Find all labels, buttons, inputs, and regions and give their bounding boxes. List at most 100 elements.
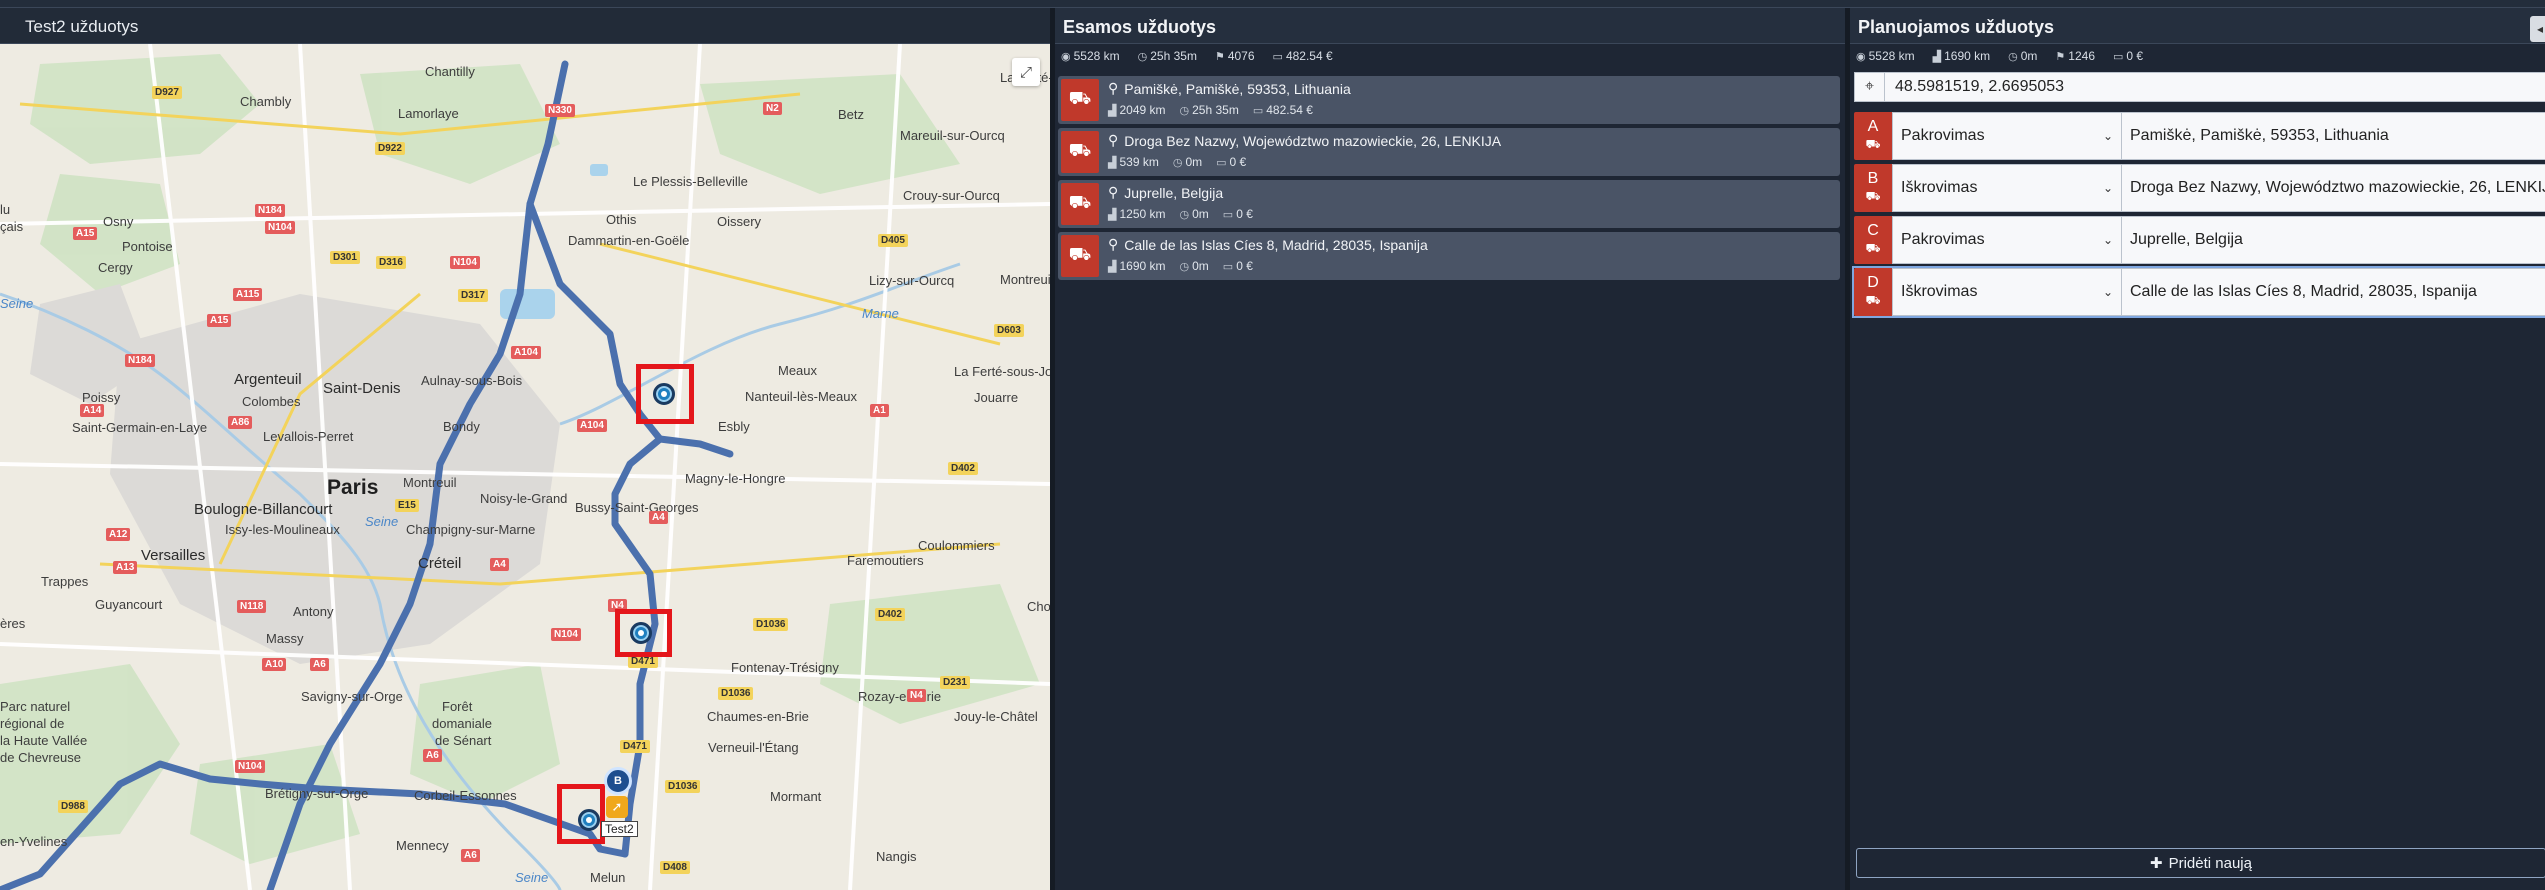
fullscreen-button[interactable]: ⤢ — [1012, 58, 1040, 86]
existing-tasks-title: Esamos užduotys — [1063, 17, 1217, 37]
planned-summary-duration: ◷ 0m — [2008, 49, 2037, 63]
truck-pin-letter: B — [614, 775, 622, 787]
truck-icon: ⛟ — [1865, 293, 1881, 307]
stop-address-field[interactable]: Calle de las Islas Cíes 8, Madrid, 28035… — [2122, 268, 2545, 316]
shield-a115: A115 — [233, 288, 263, 301]
label-verneuil: Verneuil-l'Étang — [708, 740, 799, 755]
add-new-button[interactable]: ✚ Pridėti naują — [1856, 848, 2545, 878]
label-cho: Cho — [1027, 599, 1050, 614]
summary-cost: ▭ 482.54 € — [1273, 49, 1333, 63]
truck-label[interactable]: Test2 — [601, 821, 638, 837]
task-meta: ▟ 2049 km ◷ 25h 35m ▭ 482.54 € — [1108, 103, 1313, 117]
task-duration: ◷ 0m — [1172, 155, 1203, 169]
target-icon[interactable]: ⌖ — [1855, 73, 1885, 101]
stop-address-field[interactable]: Pamiškė, Pamiškė, 59353, Lithuania — [2122, 112, 2545, 160]
stop-type-select[interactable]: Iškrovimas ⌄ — [1892, 268, 2122, 316]
stop-letter: A — [1867, 118, 1879, 135]
label-chaumes: Chaumes-en-Brie — [707, 709, 809, 724]
globe-icon: ◉ — [1856, 50, 1866, 63]
label-champigny: Champigny-sur-Marne — [406, 522, 536, 537]
shield-n2: N2 — [763, 102, 782, 115]
pin-icon: ⚲ — [1108, 80, 1119, 96]
shield-a6-b: A6 — [423, 749, 442, 762]
clock-icon: ◷ — [1179, 209, 1190, 221]
label-foret: Forêt — [442, 699, 473, 714]
coordinates-input[interactable] — [1885, 73, 2545, 101]
label-mennecy: Mennecy — [396, 838, 449, 853]
label-rozay: Rozay-en-Brie — [858, 689, 942, 704]
shield-a15-b: A15 — [207, 314, 232, 327]
label-park-1: Parc naturel — [0, 699, 71, 714]
stop-row-b: B ⛟ Iškrovimas ⌄ Droga Bez Nazwy, Wojewód… — [1854, 164, 2545, 212]
label-nanteuil: Nanteuil-lès-Meaux — [745, 389, 857, 404]
stop-letter: C — [1867, 222, 1879, 239]
money-icon: ▭ — [2113, 50, 2124, 63]
label-esbly: Esbly — [718, 419, 750, 434]
shield-e15: E15 — [395, 499, 419, 512]
clock-icon: ◷ — [1172, 157, 1183, 169]
stop-type-select[interactable]: Pakrovimas ⌄ — [1892, 216, 2122, 264]
truck-icon: ⛟ — [1061, 183, 1099, 225]
planned-summary-tolls: ⚑ 1246 — [2055, 49, 2095, 63]
task-cost: ▭ 0 € — [1222, 259, 1253, 273]
truck-pin-marker[interactable]: B — [604, 767, 632, 795]
stop-row-a: A ⛟ Pakrovimas ⌄ Pamiškė, Pamiškė, 59353,… — [1854, 112, 2545, 160]
label-seine-bottom: Seine — [515, 870, 549, 885]
label-melun: Melun — [590, 870, 626, 885]
waypoint-marker-1[interactable] — [653, 383, 675, 405]
stop-type-select[interactable]: Iškrovimas ⌄ — [1892, 164, 2122, 212]
shield-d405: D405 — [878, 234, 908, 247]
clock-icon: ◷ — [2008, 50, 2018, 63]
stop-type-value: Iškrovimas — [1901, 283, 1978, 300]
waypoint-marker-3[interactable] — [578, 809, 600, 831]
task-meta: ▟ 539 km ◷ 0m ▭ 0 € — [1108, 155, 1246, 169]
label-fontenay: Fontenay-Trésigny — [731, 660, 839, 675]
task-card[interactable]: ⛟ ⚲ Pamiškė, Pamiškė, 59353, Lithuania ▟ 2… — [1058, 76, 1840, 124]
existing-tasks-header: Esamos užduotys — [1055, 8, 1845, 44]
shield-d988: D988 — [58, 800, 88, 813]
shield-a4-a: A4 — [649, 511, 668, 524]
planned-summary-distance: ◉ 5528 km — [1856, 49, 1915, 63]
label-de-senart: de Sénart — [435, 733, 492, 748]
task-address: ⚲ Juprelle, Belgija — [1108, 184, 1223, 201]
truck-icon: ⛟ — [1061, 79, 1099, 121]
shield-d471-b: D471 — [620, 740, 650, 753]
map-pane: Test2 užduotys Chantilly Chambly La Lamo… — [0, 8, 1050, 890]
shield-d402-b: D402 — [875, 608, 905, 621]
road-icon: ▟ — [1932, 50, 1942, 63]
planned-tolls-value: 1246 — [2068, 49, 2095, 63]
stop-address-field[interactable]: Juprelle, Belgija — [2122, 216, 2545, 264]
summary-duration: ◷ 25h 35m — [1138, 49, 1197, 63]
label-magny: Magny-le-Hongre — [685, 471, 786, 486]
task-card[interactable]: ⛟ ⚲ Juprelle, Belgija ▟ 1250 km ◷ 0m ▭ 0 € — [1058, 180, 1840, 228]
shield-a14: A14 — [80, 404, 105, 417]
label-cergy: Cergy — [98, 260, 133, 275]
shield-a6-a: A6 — [310, 658, 329, 671]
task-meta: ▟ 1690 km ◷ 0m ▭ 0 € — [1108, 259, 1253, 273]
label-bussy: Bussy-Saint-Georges — [575, 500, 699, 515]
label-faremoutiers: Faremoutiers — [847, 553, 924, 568]
clock-icon: ◷ — [1137, 50, 1148, 63]
stop-badge: A ⛟ — [1854, 112, 1892, 160]
planned-cost-value: 0 € — [2126, 49, 2144, 63]
task-address-text: Droga Bez Nazwy, Województwo mazowieckie… — [1124, 132, 1502, 149]
expand-icon: ⤢ — [1019, 63, 1032, 81]
stop-address-field[interactable]: Droga Bez Nazwy, Województwo mazowieckie… — [2122, 164, 2545, 212]
pin-icon: ⚲ — [1108, 184, 1119, 200]
task-card[interactable]: ⛟ ⚲ Droga Bez Nazwy, Województwo mazowiec… — [1058, 128, 1840, 176]
shield-d317: D317 — [458, 289, 488, 302]
label-crouy: Crouy-sur-Ourcq — [903, 188, 1000, 203]
existing-tasks-pane: Esamos užduotys ◉ 5528 km ◷ 25h 35m ⚑ 4076 … — [1055, 8, 1845, 890]
task-card[interactable]: ⛟ ⚲ Calle de las Islas Cíes 8, Madrid, 28… — [1058, 232, 1840, 280]
route-map[interactable]: Chantilly Chambly La Ferté-Milon Lamorla… — [0, 44, 1050, 890]
money-icon: ▭ — [1272, 50, 1283, 63]
waypoint-marker-2[interactable] — [630, 622, 652, 644]
road-icon: ▟ — [1108, 209, 1117, 221]
collapse-button[interactable]: ◂ — [2530, 16, 2545, 42]
stop-type-select[interactable]: Pakrovimas ⌄ — [1892, 112, 2122, 160]
stop-badge: B ⛟ — [1854, 164, 1892, 212]
money-icon: ▭ — [1222, 209, 1234, 221]
label-seine-left: Seine — [0, 296, 34, 311]
chevron-down-icon: ⌄ — [2102, 181, 2113, 195]
pin-icon: ⚲ — [1108, 236, 1119, 252]
